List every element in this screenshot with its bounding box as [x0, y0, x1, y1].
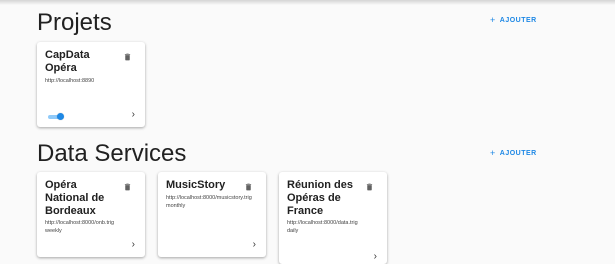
- service-card-frequency: monthly: [166, 202, 186, 209]
- service-card-url: http://localhost:8000/musicstory.trig: [166, 195, 252, 201]
- app-bar-shadow: [0, 0, 615, 5]
- service-card[interactable]: Opéra National de Bordeaux http://localh…: [37, 172, 145, 257]
- toggle-thumb: [57, 113, 64, 120]
- service-card-frequency: weekly: [45, 227, 62, 234]
- chevron-right-icon[interactable]: ›: [132, 240, 135, 250]
- plus-icon: +: [490, 15, 496, 25]
- trash-icon[interactable]: [365, 182, 374, 192]
- trash-icon[interactable]: [123, 182, 132, 192]
- service-card[interactable]: MusicStory http://localhost:8000/musicst…: [158, 172, 266, 257]
- service-card[interactable]: Réunion des Opéras de France http://loca…: [279, 172, 387, 264]
- add-project-label: AJOUTER: [499, 17, 537, 24]
- trash-icon[interactable]: [123, 52, 132, 62]
- service-card-url: http://localhost:8000/onb.trig: [45, 220, 115, 226]
- trash-icon[interactable]: [244, 182, 253, 192]
- projets-section-title: Projets: [37, 9, 112, 36]
- project-active-toggle[interactable]: [48, 113, 64, 120]
- add-project-button[interactable]: + AJOUTER: [490, 15, 537, 25]
- add-service-button[interactable]: + AJOUTER: [490, 148, 537, 158]
- service-card-url: http://localhost:8000/data.trig: [287, 220, 358, 226]
- project-card-url: http://localhost:8890: [45, 78, 95, 84]
- plus-icon: +: [490, 148, 496, 158]
- chevron-right-icon[interactable]: ›: [132, 110, 135, 120]
- chevron-right-icon[interactable]: ›: [374, 252, 377, 262]
- chevron-right-icon[interactable]: ›: [253, 240, 256, 250]
- project-card[interactable]: CapData Opéra http://localhost:8890 ›: [37, 42, 145, 127]
- add-service-label: AJOUTER: [499, 150, 537, 157]
- services-section-title: Data Services: [37, 140, 187, 167]
- service-card-frequency: daily: [287, 227, 299, 234]
